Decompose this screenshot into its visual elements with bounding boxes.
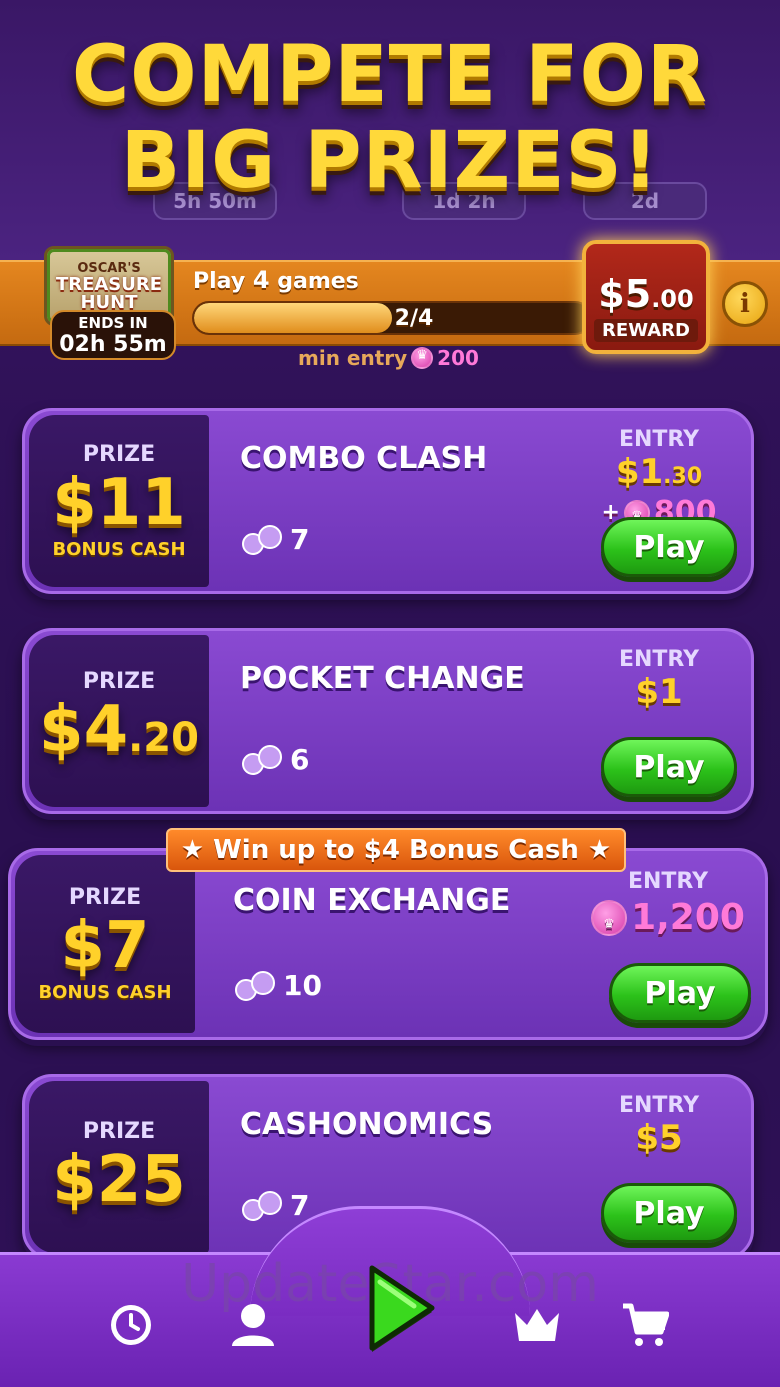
prize-type: BONUS CASH [52, 539, 186, 560]
task-text: Play 4 games [193, 266, 359, 294]
entry-label: ENTRY [618, 427, 700, 452]
bonus-ribbon: ★ Win up to $4 Bonus Cash ★ [166, 828, 626, 872]
badge-title: TREASURE HUNT [55, 273, 163, 313]
entry-cash-main: $1 [635, 672, 683, 712]
entry-cash-cents: .30 [663, 464, 703, 489]
progress-text: 2/4 [394, 305, 434, 331]
prize-box: PRIZE $7 BONUS CASH [15, 855, 195, 1033]
entry-cash: $1.30 [616, 452, 702, 497]
task-suffix: games [277, 269, 359, 294]
headline-line-2: BIG PRIZES! [120, 116, 660, 206]
nav-shop[interactable] [620, 1300, 670, 1350]
nav-profile[interactable] [228, 1300, 278, 1350]
reward-amount: $5.00 [598, 274, 693, 319]
cart-icon [623, 1303, 669, 1346]
entry-info: ENTRY $1.30 +800 [579, 427, 739, 533]
prize-box: PRIZE $25 [29, 1081, 209, 1253]
prize-box: PRIZE $11 BONUS CASH [29, 415, 209, 587]
game-name: POCKET CHANGE [240, 661, 525, 696]
entry-cash: $1 [635, 672, 682, 712]
players-icon [240, 744, 284, 775]
min-entry-value: 200 [437, 346, 479, 370]
task-progress-bar: 2/4 [192, 301, 592, 335]
prize-box: PRIZE $4.20 [29, 635, 209, 807]
gem-icon [411, 347, 434, 369]
prize-amount-main: $7 [60, 909, 150, 983]
prize-label: PRIZE [82, 668, 156, 694]
entry-gems: 1,200 [591, 894, 745, 949]
entry-cash: $5 [635, 1118, 682, 1158]
entry-cash-main: $1 [615, 452, 664, 492]
prize-amount: $11 [52, 467, 186, 539]
play-icon [369, 1265, 435, 1352]
player-count: 10 [233, 969, 322, 1002]
entry-cash-main: $5 [635, 1118, 683, 1158]
entry-info: ENTRY $1 [579, 647, 739, 712]
headline-line-1: COMPETE FOR [72, 30, 708, 120]
player-count: 7 [240, 1189, 309, 1222]
tournament-card-coin-exchange[interactable]: PRIZE $7 BONUS CASH COIN EXCHANGE 10 ENT… [8, 848, 768, 1040]
task-count: 4 [252, 266, 270, 294]
play-button[interactable]: Play [601, 517, 737, 577]
prize-amount-cents: .20 [128, 714, 199, 761]
gem-icon [591, 900, 628, 949]
prize-type: BONUS CASH [38, 982, 172, 1003]
tournament-card-pocket-change[interactable]: PRIZE $4.20 POCKET CHANGE 6 ENTRY $1 Pla… [22, 628, 754, 814]
entry-label: ENTRY [618, 647, 700, 672]
prize-amount-main: $25 [52, 1142, 186, 1217]
prize-amount: $7 [60, 910, 149, 982]
tournament-card-combo-clash[interactable]: PRIZE $11 BONUS CASH COMBO CLASH 7 ENTRY… [22, 408, 754, 594]
reward-amount-main: $5 [598, 272, 652, 316]
prize-amount-main: $4 [39, 692, 129, 767]
reward-label: REWARD [594, 319, 698, 342]
reward-chest[interactable]: $5.00 REWARD [582, 240, 710, 354]
entry-label: ENTRY [627, 869, 709, 894]
entry-label: ENTRY [618, 1093, 700, 1118]
game-name: COIN EXCHANGE [233, 883, 511, 918]
page-headline: COMPETE FOR BIG PRIZES! [0, 32, 780, 204]
min-entry: min entry 200 [298, 346, 479, 370]
ends-in-timer: ENDS IN 02h 55m [50, 310, 176, 360]
clock-icon [111, 1305, 151, 1345]
game-name: COMBO CLASH [240, 441, 488, 476]
min-entry-label: min entry [298, 346, 408, 370]
players-icon [233, 970, 277, 1001]
play-button[interactable]: Play [601, 737, 737, 797]
players-icon [240, 524, 284, 555]
ends-in-value: 02h 55m [59, 331, 167, 357]
prize-label: PRIZE [82, 1118, 156, 1144]
player-count-value: 10 [283, 969, 322, 1002]
play-button[interactable]: Play [601, 1183, 737, 1243]
task-prefix: Play [193, 269, 246, 294]
crown-icon [515, 1309, 559, 1341]
nav-leaderboard[interactable] [512, 1300, 562, 1350]
player-count-value: 7 [290, 1189, 310, 1222]
player-count: 7 [240, 523, 309, 556]
profile-icon [232, 1304, 274, 1346]
nav-play[interactable] [362, 1260, 438, 1356]
entry-info: ENTRY 1,200 [583, 869, 753, 949]
player-count-value: 7 [290, 523, 310, 556]
entry-gems-value: 1,200 [631, 897, 745, 938]
player-count-value: 6 [290, 743, 310, 776]
prize-amount: $25 [52, 1144, 186, 1216]
play-button[interactable]: Play [609, 963, 751, 1023]
prize-amount: $4.20 [39, 694, 199, 774]
prize-label: PRIZE [82, 442, 156, 467]
prize-amount-main: $11 [52, 466, 186, 540]
ends-in-label: ENDS IN [78, 313, 148, 332]
entry-info: ENTRY $5 [579, 1093, 739, 1158]
game-name: CASHONOMICS [240, 1107, 494, 1142]
info-button[interactable]: i [722, 281, 768, 327]
nav-clock[interactable] [106, 1300, 156, 1350]
players-icon [240, 1190, 284, 1221]
reward-amount-cents: .00 [651, 285, 694, 313]
prize-label: PRIZE [68, 885, 142, 910]
player-count: 6 [240, 743, 309, 776]
